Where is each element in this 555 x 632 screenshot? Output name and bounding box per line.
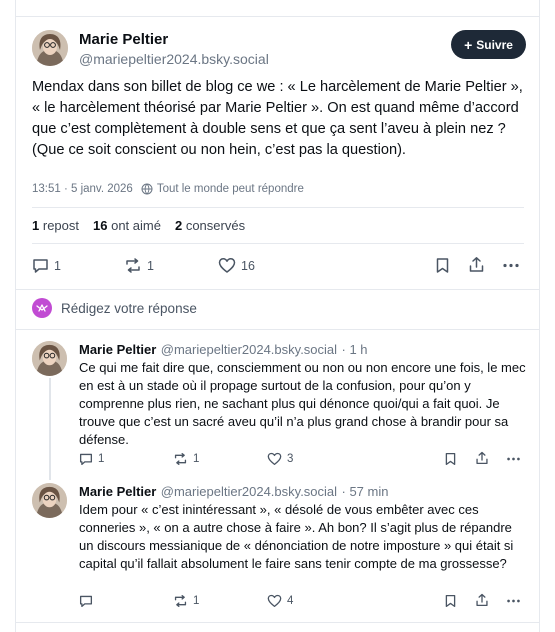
- composer-placeholder: Rédigez votre réponse: [61, 300, 197, 316]
- heart-icon: [267, 452, 282, 466]
- post-stats: 1 repost 16 ont aimé 2 conservés: [32, 218, 245, 233]
- repost-count: 1: [147, 258, 154, 273]
- like-count: 4: [287, 595, 294, 607]
- repost-stat[interactable]: 1 repost: [32, 218, 79, 233]
- more-icon: [506, 452, 521, 466]
- post-text: Mendax dans son billet de blog ce we : «…: [32, 79, 523, 158]
- avatar[interactable]: [32, 30, 68, 66]
- repost-button[interactable]: 1: [173, 452, 199, 466]
- share-button[interactable]: [468, 256, 485, 273]
- repost-button[interactable]: 1: [124, 257, 154, 274]
- reply-composer[interactable]: Rédigez votre réponse: [32, 298, 197, 318]
- avatar[interactable]: [32, 483, 67, 518]
- bookmark-button[interactable]: [444, 594, 457, 608]
- thread-line: [49, 378, 51, 480]
- reply-author-handle[interactable]: @mariepeltier2024.bsky.social: [161, 484, 337, 499]
- follow-label: Suivre: [476, 37, 513, 52]
- reply-header: Marie Peltier @mariepeltier2024.bsky.soc…: [79, 483, 388, 501]
- share-button[interactable]: [475, 593, 489, 607]
- like-button[interactable]: 3: [267, 452, 293, 466]
- top-border: [15, 16, 540, 17]
- share-icon: [468, 256, 485, 273]
- reply-header: Marie Peltier @mariepeltier2024.bsky.soc…: [79, 341, 368, 359]
- heart-icon: [218, 257, 236, 274]
- saved-stat-count: 2: [174, 218, 183, 233]
- heart-icon: [267, 594, 282, 608]
- saved-stat-label: conservés: [185, 218, 246, 233]
- avatar[interactable]: [32, 341, 67, 376]
- reply-author-handle[interactable]: @mariepeltier2024.bsky.social: [161, 342, 337, 357]
- reply-button[interactable]: [79, 594, 98, 608]
- comment-icon: [32, 257, 49, 274]
- like-stat-label: ont aimé: [111, 218, 161, 233]
- divider: [15, 289, 540, 290]
- author-name[interactable]: Marie Peltier: [79, 31, 168, 48]
- reply-button[interactable]: 1: [32, 257, 61, 274]
- post-meta: 13:51 · 5 janv. 2026 Tout le monde peut …: [32, 183, 304, 195]
- reply-time[interactable]: · 1 h: [342, 342, 368, 357]
- user-avatar-icon: [32, 298, 52, 318]
- repost-stat-count: 1: [32, 218, 40, 233]
- like-button[interactable]: 4: [267, 594, 293, 608]
- bookmark-icon: [444, 594, 457, 608]
- reply-time[interactable]: · 57 min: [342, 484, 389, 499]
- repost-icon: [124, 257, 142, 274]
- more-options-button[interactable]: [502, 257, 520, 274]
- more-options-button[interactable]: [506, 594, 521, 608]
- repost-button[interactable]: 1: [173, 594, 199, 608]
- like-count: 16: [241, 258, 255, 273]
- reply-button[interactable]: 1: [79, 452, 104, 466]
- repost-count: 1: [193, 595, 200, 607]
- reply-author-name[interactable]: Marie Peltier: [79, 342, 156, 357]
- reply-text: Idem pour « c’est inintéressant », « dés…: [79, 502, 514, 571]
- divider: [32, 243, 524, 244]
- like-stat[interactable]: 16 ont aimé: [93, 218, 161, 233]
- divider: [32, 207, 524, 208]
- comment-icon: [79, 594, 93, 608]
- bookmark-button[interactable]: [435, 257, 450, 274]
- reply-count: 1: [54, 258, 61, 273]
- audience-label[interactable]: Tout le monde peut répondre: [157, 183, 304, 195]
- more-icon: [506, 594, 521, 608]
- author-handle[interactable]: @mariepeltier2024.bsky.social: [79, 51, 269, 67]
- repost-icon: [173, 594, 188, 608]
- reply-text: Ce qui me fait dire que, consciemment ou…: [79, 360, 526, 447]
- comment-icon: [79, 452, 93, 466]
- more-icon: [502, 257, 520, 274]
- like-button[interactable]: 16: [218, 257, 255, 274]
- divider: [15, 329, 540, 330]
- share-button[interactable]: [475, 451, 489, 465]
- reply-count: 1: [98, 453, 105, 465]
- repost-count: 1: [193, 453, 200, 465]
- timestamp[interactable]: 13:51 · 5 janv. 2026: [32, 183, 133, 195]
- like-count: 3: [287, 453, 294, 465]
- more-options-button[interactable]: [506, 452, 521, 466]
- follow-button[interactable]: + Suivre: [451, 30, 526, 59]
- globe-icon: [141, 183, 153, 195]
- like-stat-count: 16: [93, 218, 108, 233]
- bookmark-icon: [435, 257, 450, 274]
- bookmark-icon: [444, 452, 457, 466]
- divider: [15, 622, 540, 623]
- saved-stat[interactable]: 2 conservés: [175, 218, 245, 233]
- reply-author-name[interactable]: Marie Peltier: [79, 484, 156, 499]
- bookmark-button[interactable]: [444, 452, 457, 466]
- plus-icon: +: [464, 36, 473, 53]
- share-icon: [475, 451, 489, 465]
- repost-icon: [173, 452, 188, 466]
- share-icon: [475, 593, 489, 607]
- repost-stat-label: repost: [42, 218, 79, 233]
